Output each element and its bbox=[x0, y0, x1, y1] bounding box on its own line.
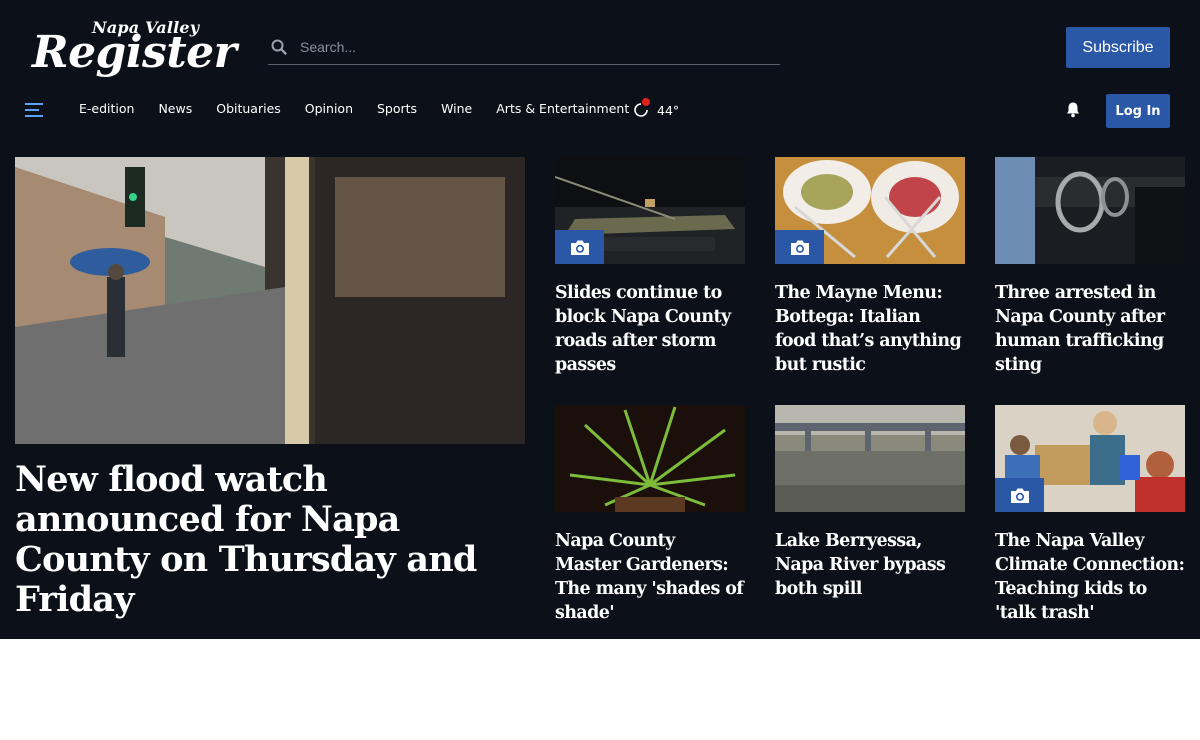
nav-item-arts-entertainment[interactable]: Arts & Entertainment bbox=[496, 101, 629, 119]
site-logo[interactable]: Napa Valley Register bbox=[32, 18, 242, 78]
story-card[interactable]: The Mayne Menu: Bottega: Italian food th… bbox=[775, 157, 965, 377]
story-image[interactable] bbox=[555, 157, 745, 264]
nav-item-e-edition[interactable]: E-edition bbox=[79, 101, 134, 119]
story-headline[interactable]: Three arrested in Napa County after huma… bbox=[995, 281, 1185, 377]
main-nav: E-edition News Obituaries Opinion Sports… bbox=[79, 101, 629, 119]
weather-alert-dot bbox=[642, 98, 650, 106]
story-card[interactable]: The Napa Valley Climate Connection: Teac… bbox=[995, 405, 1185, 625]
menu-icon[interactable] bbox=[25, 102, 43, 118]
story-image[interactable] bbox=[555, 405, 745, 512]
weather-icon bbox=[633, 98, 650, 118]
story-image[interactable] bbox=[775, 157, 965, 264]
story-headline[interactable]: Slides continue to block Napa County roa… bbox=[555, 281, 745, 377]
story-headline[interactable]: The Napa Valley Climate Connection: Teac… bbox=[995, 529, 1185, 625]
camera-icon bbox=[790, 240, 809, 255]
login-button[interactable]: Log In bbox=[1106, 94, 1170, 128]
story-image[interactable] bbox=[995, 405, 1185, 512]
search-input[interactable] bbox=[300, 36, 770, 58]
camera-icon bbox=[570, 240, 589, 255]
story-image[interactable] bbox=[775, 405, 965, 512]
weather-temperature: 44° bbox=[657, 102, 680, 118]
weather-widget[interactable]: 44° bbox=[633, 98, 680, 120]
photo-gallery-badge bbox=[775, 230, 824, 264]
logo-main-text: Register bbox=[32, 27, 237, 78]
story-headline[interactable]: The Mayne Menu: Bottega: Italian food th… bbox=[775, 281, 965, 377]
nav-item-wine[interactable]: Wine bbox=[441, 101, 472, 119]
search-icon[interactable] bbox=[270, 38, 288, 56]
search-bar bbox=[268, 30, 780, 65]
nav-item-news[interactable]: News bbox=[158, 101, 192, 119]
nav-item-opinion[interactable]: Opinion bbox=[305, 101, 353, 119]
story-card[interactable]: Three arrested in Napa County after huma… bbox=[995, 157, 1185, 377]
camera-icon bbox=[1010, 488, 1029, 503]
photo-gallery-badge bbox=[995, 478, 1044, 512]
story-image[interactable] bbox=[995, 157, 1185, 264]
story-headline[interactable]: Napa County Master Gardeners: The many '… bbox=[555, 529, 745, 625]
story-card[interactable]: Lake Berryessa, Napa River bypass both s… bbox=[775, 405, 965, 601]
story-card[interactable]: Napa County Master Gardeners: The many '… bbox=[555, 405, 745, 625]
story-headline[interactable]: Lake Berryessa, Napa River bypass both s… bbox=[775, 529, 965, 601]
nav-item-sports[interactable]: Sports bbox=[377, 101, 417, 119]
photo-gallery-badge bbox=[555, 230, 604, 264]
story-card[interactable]: Slides continue to block Napa County roa… bbox=[555, 157, 745, 377]
lead-story-headline[interactable]: New flood watch announced for Napa Count… bbox=[15, 460, 535, 620]
lead-story-image[interactable] bbox=[15, 157, 525, 444]
subscribe-button[interactable]: Subscribe bbox=[1066, 27, 1170, 68]
notification-bell-icon[interactable] bbox=[1065, 101, 1081, 118]
nav-item-obituaries[interactable]: Obituaries bbox=[216, 101, 281, 119]
